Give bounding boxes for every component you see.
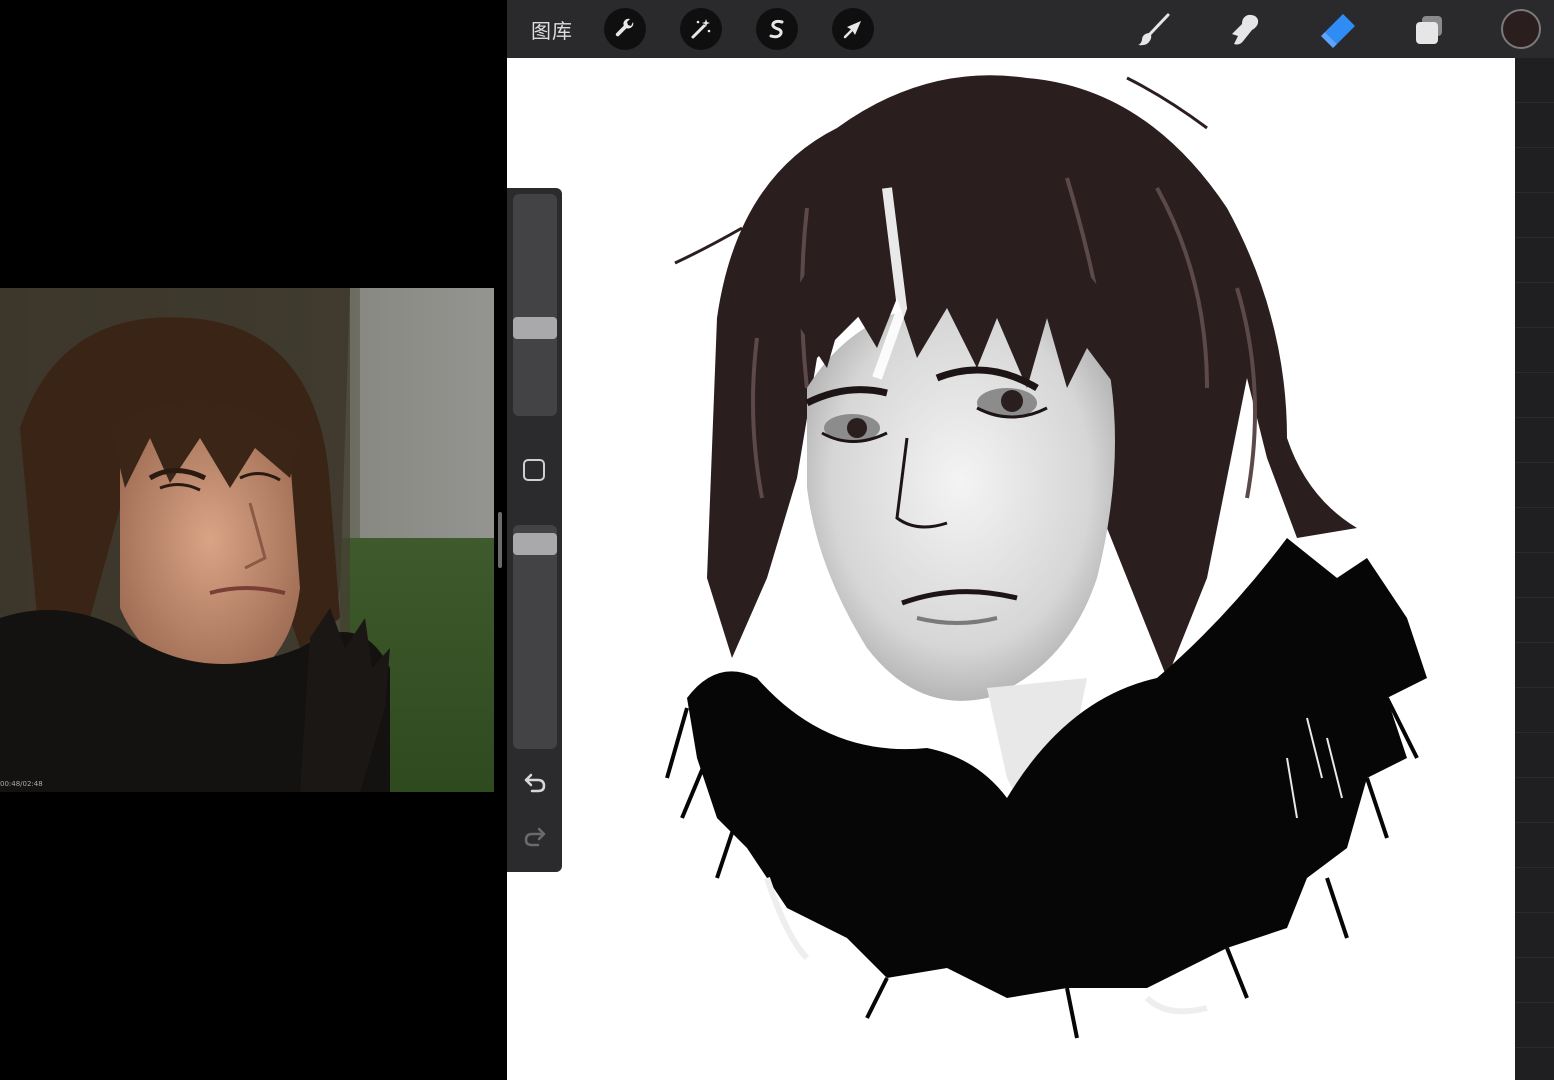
canvas-artwork <box>665 75 1427 1039</box>
brush-icon <box>1138 13 1170 46</box>
layers-icon <box>1416 16 1442 44</box>
magic-wand-icon <box>691 19 711 39</box>
reference-photo: 00:48/02:48 <box>0 288 494 792</box>
procreate-app: 图库 <box>507 0 1554 1080</box>
redo-icon <box>524 827 546 847</box>
split-view-handle[interactable] <box>498 512 502 568</box>
reference-photo-art <box>0 288 494 792</box>
opacity-slider[interactable] <box>513 525 557 749</box>
canvas-edge-strip <box>1515 58 1554 1080</box>
smudge-tool-button[interactable] <box>1226 10 1266 50</box>
layers-button[interactable] <box>1410 10 1450 50</box>
selection-s-icon <box>769 19 784 39</box>
brush-size-thumb[interactable] <box>513 317 557 339</box>
smudge-icon <box>1232 14 1259 45</box>
transform-button[interactable] <box>832 8 874 50</box>
reference-timecode: 00:48/02:48 <box>0 780 43 788</box>
transform-arrow-icon <box>843 21 861 39</box>
eraser-icon <box>1321 14 1355 48</box>
actions-button[interactable] <box>604 8 646 50</box>
modify-button[interactable] <box>523 459 545 481</box>
drawing-canvas[interactable] <box>507 58 1515 1080</box>
gallery-button[interactable]: 图库 <box>531 15 573 44</box>
opacity-thumb[interactable] <box>513 533 557 555</box>
adjustments-button[interactable] <box>680 8 722 50</box>
brush-size-slider[interactable] <box>513 194 557 416</box>
color-picker-button[interactable] <box>1501 9 1541 49</box>
brush-sidebar <box>507 188 562 872</box>
wrench-icon <box>615 18 634 37</box>
brush-tool-button[interactable] <box>1134 10 1174 50</box>
undo-button[interactable] <box>521 768 549 796</box>
selection-button[interactable] <box>756 8 798 50</box>
top-toolbar: 图库 <box>507 0 1554 58</box>
eraser-tool-button[interactable] <box>1318 10 1358 50</box>
redo-button[interactable] <box>521 822 549 850</box>
undo-icon <box>524 773 546 793</box>
